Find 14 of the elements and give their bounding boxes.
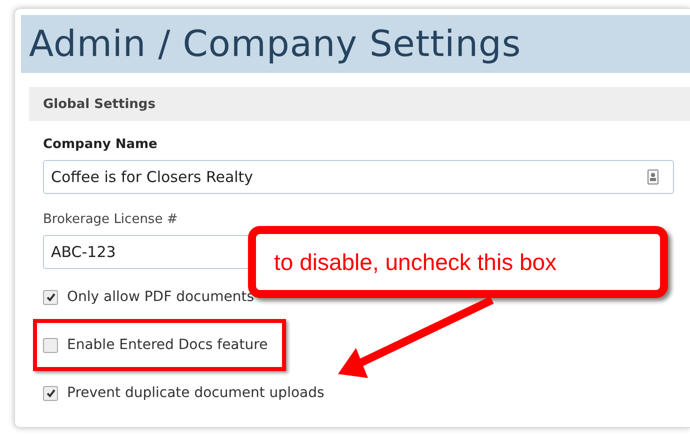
text-field[interactable]: Coffee is for Closers Realty: [43, 160, 674, 194]
page-title: Admin / Company Settings: [29, 24, 522, 64]
checkbox[interactable]: [43, 386, 58, 400]
field-label: Brokerage License #: [43, 212, 179, 227]
checkbox-label: Only allow PDF documents: [67, 289, 254, 305]
checkbox-label: Enable Entered Docs feature: [67, 337, 268, 353]
checkbox[interactable]: [43, 338, 58, 352]
text-field[interactable]: ABC-123: [43, 235, 249, 269]
checkbox[interactable]: [43, 290, 58, 304]
contact-card-icon[interactable]: [647, 169, 659, 185]
checkbox-label: Prevent duplicate document uploads: [67, 385, 324, 401]
annotation-text: to disable, uncheck this box: [274, 248, 557, 276]
field-label: Company Name: [43, 137, 158, 152]
section-title: Global Settings: [43, 96, 156, 112]
